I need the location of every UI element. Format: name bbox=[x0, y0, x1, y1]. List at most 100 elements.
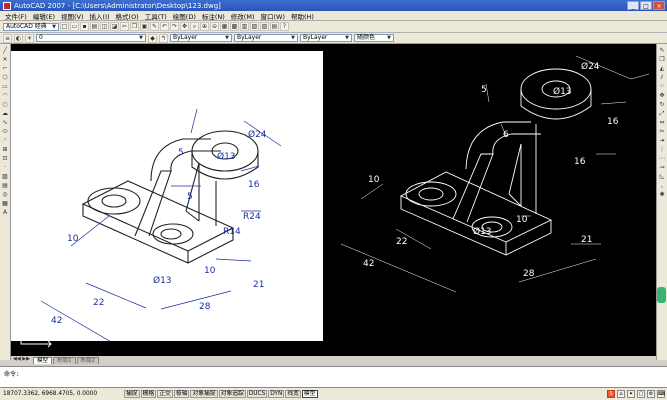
print-icon[interactable]: ▤ bbox=[90, 22, 99, 31]
design-center-icon[interactable]: ▩ bbox=[230, 22, 239, 31]
save-icon[interactable]: ▪ bbox=[80, 22, 89, 31]
pan-icon[interactable]: ✥ bbox=[180, 22, 189, 31]
zoom-realtime-icon[interactable]: ⌕ bbox=[190, 22, 199, 31]
help-icon[interactable]: ? bbox=[280, 22, 289, 31]
ellipse-icon[interactable]: ⬭ bbox=[1, 128, 9, 136]
comm-center-icon[interactable]: ✦ bbox=[627, 390, 635, 398]
make-current-icon[interactable]: ◆ bbox=[148, 33, 157, 43]
zoom-previous-icon[interactable]: ⊖ bbox=[210, 22, 219, 31]
dyn-toggle[interactable]: DYN bbox=[268, 390, 285, 398]
make-block-icon[interactable]: ⊡ bbox=[1, 155, 9, 163]
menu-tools[interactable]: 工具(T) bbox=[142, 11, 170, 21]
linetype-combo[interactable]: ByLayer ▼ bbox=[234, 34, 298, 42]
scroll-handle[interactable] bbox=[657, 287, 666, 303]
break-point-icon[interactable]: ⋮ bbox=[658, 146, 666, 154]
copy-icon[interactable]: ❐ bbox=[658, 56, 666, 64]
otrack-toggle[interactable]: 对象追踪 bbox=[218, 390, 246, 398]
join-icon[interactable]: ⊸ bbox=[658, 164, 666, 172]
menu-view[interactable]: 视图(V) bbox=[58, 11, 87, 21]
grid-toggle[interactable]: 栅格 bbox=[140, 390, 157, 398]
arc-icon[interactable]: ◠ bbox=[1, 92, 9, 100]
plotstyle-combo[interactable]: 随颜色 ▼ bbox=[354, 34, 394, 42]
layer-combo[interactable]: 0 ▼ bbox=[36, 34, 146, 42]
menu-dimension[interactable]: 标注(N) bbox=[199, 11, 228, 21]
extend-icon[interactable]: ⇥ bbox=[658, 137, 666, 145]
revcloud-icon[interactable]: ☁ bbox=[1, 110, 9, 118]
erase-icon[interactable]: ✎ bbox=[658, 47, 666, 55]
sheet-set-icon[interactable]: ▧ bbox=[250, 22, 259, 31]
ortho-toggle[interactable]: 正交 bbox=[157, 390, 173, 398]
open-file-icon[interactable]: ▭ bbox=[70, 22, 79, 31]
chamfer-icon[interactable]: ◺ bbox=[658, 173, 666, 181]
circle-icon[interactable]: ○ bbox=[1, 101, 9, 109]
osnap-toggle[interactable]: 对象捕捉 bbox=[190, 390, 218, 398]
snap-toggle[interactable]: 捕捉 bbox=[124, 390, 140, 398]
copy-clip-icon[interactable]: ❐ bbox=[130, 22, 139, 31]
spline-icon[interactable]: ∿ bbox=[1, 119, 9, 127]
polygon-icon[interactable]: ⬡ bbox=[1, 74, 9, 82]
markup-icon[interactable]: ▨ bbox=[260, 22, 269, 31]
menu-format[interactable]: 格式(O) bbox=[113, 11, 142, 21]
ducs-toggle[interactable]: DUCS bbox=[246, 390, 268, 398]
polar-toggle[interactable]: 极轴 bbox=[173, 390, 190, 398]
lineweight-toggle[interactable]: 线宽 bbox=[285, 390, 301, 398]
lineweight-combo[interactable]: ByLayer ▼ bbox=[300, 34, 352, 42]
ellipse-arc-icon[interactable]: ◜ bbox=[1, 137, 9, 145]
menu-modify[interactable]: 修改(M) bbox=[228, 11, 258, 21]
plot-preview-icon[interactable]: ◫ bbox=[100, 22, 109, 31]
menu-edit[interactable]: 编辑(E) bbox=[30, 11, 58, 21]
mtext-icon[interactable]: A bbox=[1, 209, 9, 217]
quickcalc-icon[interactable]: ▤ bbox=[270, 22, 279, 31]
gradient-icon[interactable]: ▤ bbox=[1, 182, 9, 190]
new-file-icon[interactable]: □ bbox=[60, 22, 69, 31]
offset-icon[interactable]: ⫽ bbox=[658, 74, 666, 82]
move-icon[interactable]: ✥ bbox=[658, 92, 666, 100]
publish-icon[interactable]: ◪ bbox=[110, 22, 119, 31]
input-method-icon[interactable]: S bbox=[607, 390, 615, 398]
rectangle-icon[interactable]: ▭ bbox=[1, 83, 9, 91]
layer-state-icon[interactable]: ◐ bbox=[14, 33, 23, 43]
keyboard-icon[interactable]: ⌨ bbox=[657, 390, 665, 398]
workspace-combo[interactable]: AutoCAD 经典 ▼ bbox=[3, 22, 59, 31]
tab-layout1[interactable]: 布局1 bbox=[53, 357, 76, 364]
rotate-icon[interactable]: ↻ bbox=[658, 101, 666, 109]
color-combo[interactable]: ByLayer ▼ bbox=[170, 34, 232, 42]
close-button[interactable]: × bbox=[653, 1, 665, 10]
array-icon[interactable]: ⁘ bbox=[658, 83, 666, 91]
menu-draw[interactable]: 绘图(D) bbox=[170, 11, 199, 21]
tab-layout2[interactable]: 布局2 bbox=[76, 357, 100, 364]
settings-icon[interactable]: ⚙ bbox=[647, 390, 655, 398]
model-space-canvas[interactable]: Ø24 Ø13 5 16 5 R24 R14 10 10 Ø13 22 42 2… bbox=[11, 44, 656, 356]
explode-icon[interactable]: ✺ bbox=[658, 191, 666, 199]
command-line[interactable]: 命令: bbox=[0, 366, 667, 388]
scale-icon[interactable]: ⤢ bbox=[658, 110, 666, 118]
tab-model[interactable]: 模型 bbox=[33, 357, 53, 364]
minimize-button[interactable]: _ bbox=[627, 1, 639, 10]
light-bulb-icon[interactable]: ☀ bbox=[25, 33, 34, 43]
model-toggle[interactable]: 模型 bbox=[301, 390, 318, 398]
lock-icon[interactable]: ⌂ bbox=[617, 390, 625, 398]
match-properties-icon[interactable]: ✎ bbox=[150, 22, 159, 31]
tab-nav-arrows-icon[interactable]: ◀◀ ▶▶ bbox=[13, 356, 30, 362]
layer-manager-icon[interactable]: ≡ bbox=[3, 33, 12, 43]
maximize-button[interactable]: □ bbox=[640, 1, 652, 10]
hatch-icon[interactable]: ▨ bbox=[1, 173, 9, 181]
polyline-icon[interactable]: ⌐ bbox=[1, 65, 9, 73]
cut-icon[interactable]: ✂ bbox=[120, 22, 129, 31]
insert-block-icon[interactable]: ⊞ bbox=[1, 146, 9, 154]
paste-icon[interactable]: ▣ bbox=[140, 22, 149, 31]
mirror-icon[interactable]: ◭ bbox=[658, 65, 666, 73]
point-icon[interactable]: · bbox=[1, 164, 9, 172]
line-icon[interactable]: ╱ bbox=[1, 47, 9, 55]
trim-icon[interactable]: ✂ bbox=[658, 128, 666, 136]
menu-help[interactable]: 帮助(H) bbox=[288, 11, 317, 21]
tool-palettes-icon[interactable]: ▥ bbox=[240, 22, 249, 31]
redo-icon[interactable]: ↷ bbox=[170, 22, 179, 31]
menu-file[interactable]: 文件(F) bbox=[2, 11, 30, 21]
break-icon[interactable]: ⋯ bbox=[658, 155, 666, 163]
undo-icon[interactable]: ↶ bbox=[160, 22, 169, 31]
stretch-icon[interactable]: ⇔ bbox=[658, 119, 666, 127]
properties-icon[interactable]: ▦ bbox=[220, 22, 229, 31]
fillet-icon[interactable]: ◟ bbox=[658, 182, 666, 190]
zoom-window-icon[interactable]: ⊕ bbox=[200, 22, 209, 31]
